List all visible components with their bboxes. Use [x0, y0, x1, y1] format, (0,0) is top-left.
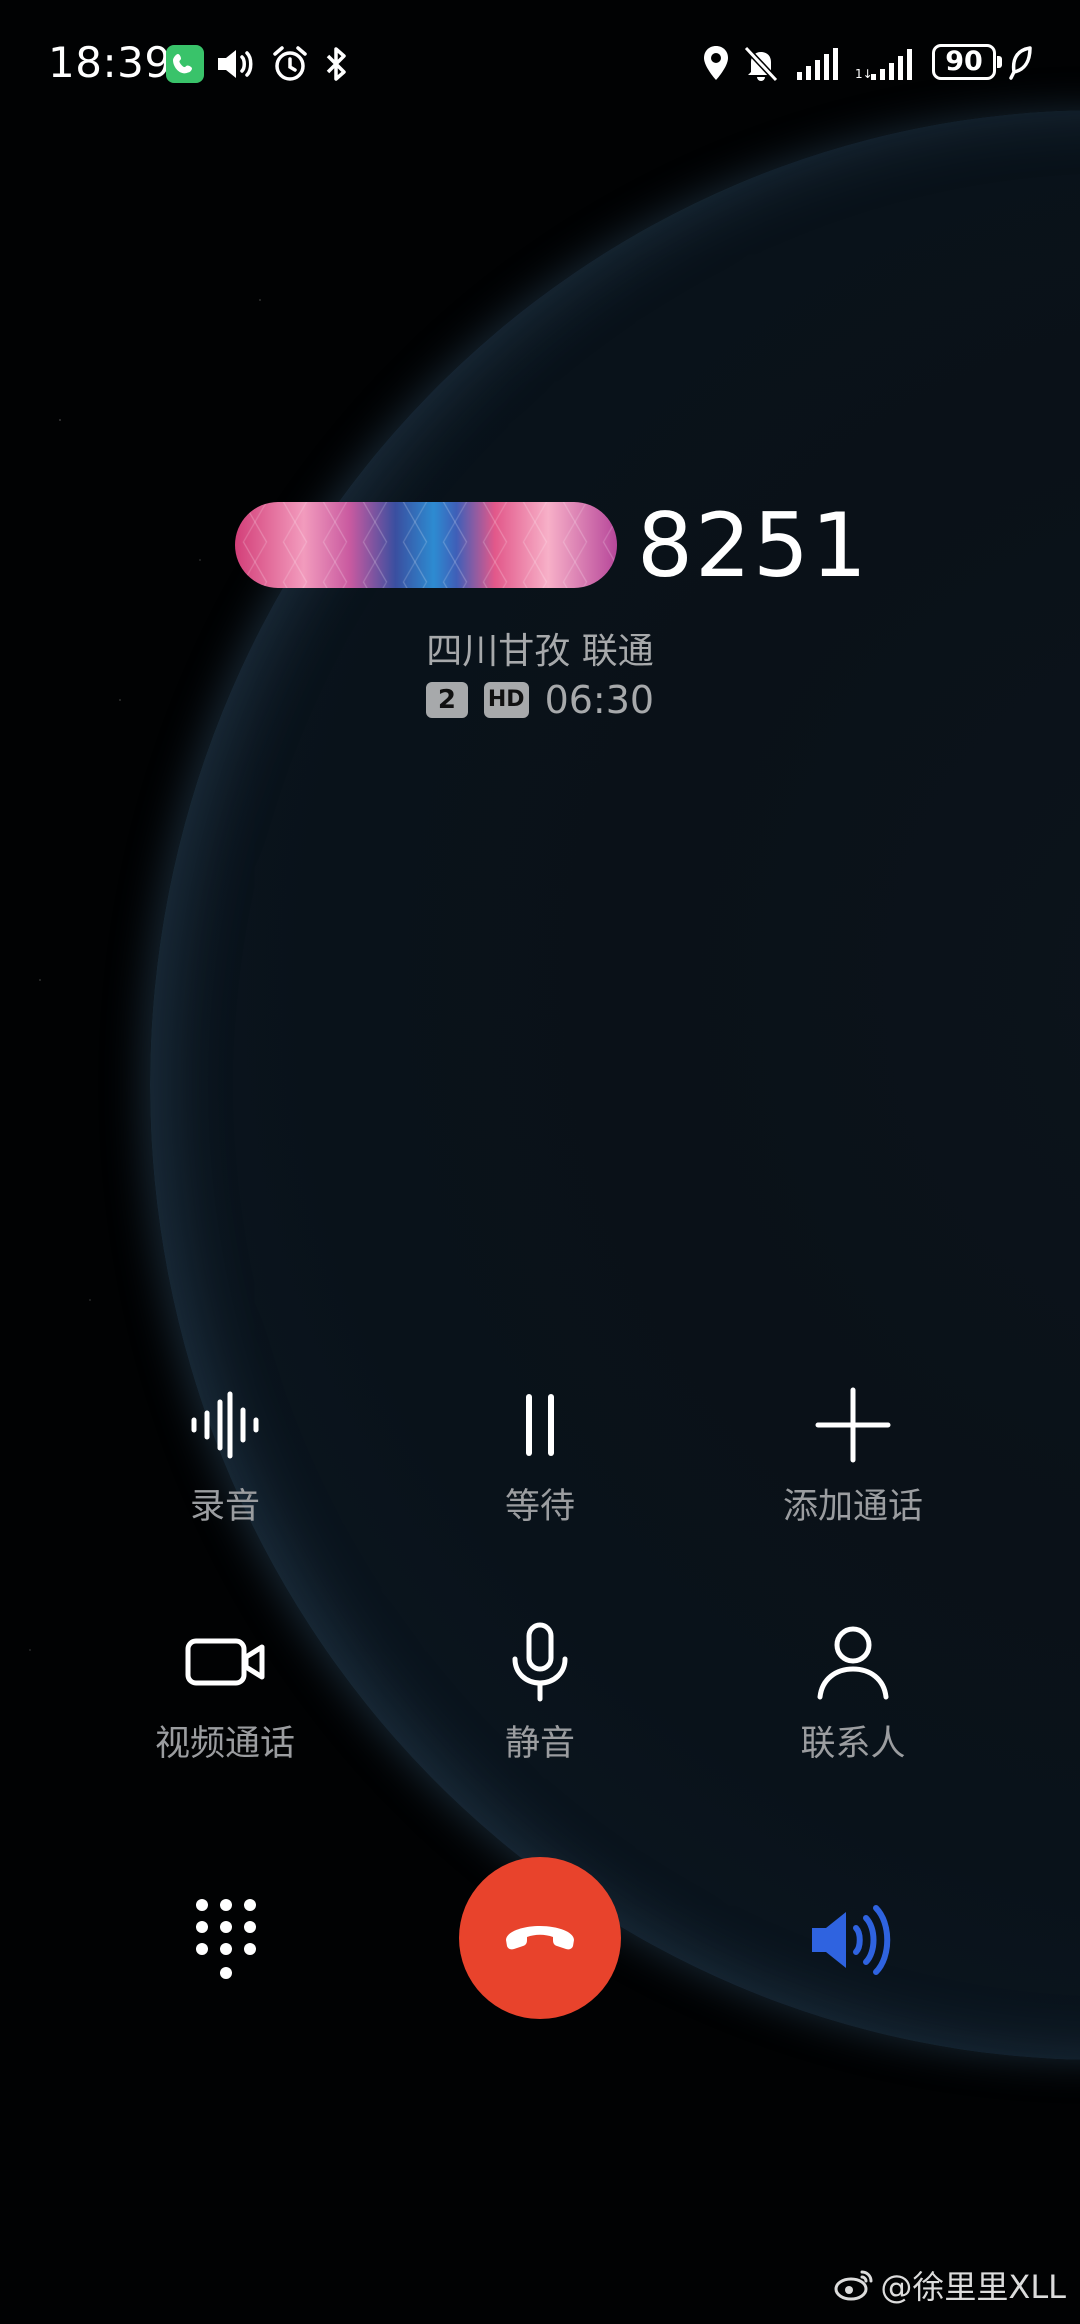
location-icon: [704, 46, 728, 80]
pause-icon: [526, 1394, 554, 1456]
bluetooth-icon: [326, 47, 346, 81]
video-camera-icon: [185, 1638, 265, 1686]
svg-text:1↓: 1↓: [855, 67, 873, 81]
hang-up-icon: [506, 1926, 574, 1950]
video-call-label: 视频通话: [154, 1724, 295, 1764]
caller-number: 8251: [637, 493, 869, 597]
signal-sim2-icon: 1↓: [855, 49, 912, 81]
dialpad-icon[interactable]: [190, 1895, 262, 1985]
add-call-label: 添加通话: [782, 1487, 923, 1527]
watermark-text: @徐里里XLL: [880, 2268, 1066, 2306]
call-meta: 2 HD 06:30: [0, 678, 1080, 722]
speaker-icon[interactable]: [806, 1900, 896, 1980]
mute-button[interactable]: 静音: [390, 1617, 690, 1766]
sim-badge: 2: [425, 682, 468, 718]
signal-icon: [797, 48, 838, 80]
waveform-icon: [191, 1391, 259, 1459]
battery-icon: 90: [932, 44, 1002, 80]
phone-call-icon: [166, 45, 204, 83]
call-duration: 06:30: [544, 678, 655, 722]
status-time: 18:39: [48, 38, 172, 87]
volume-icon: [218, 50, 253, 78]
record-label: 录音: [189, 1487, 260, 1527]
record-button[interactable]: 录音: [75, 1380, 375, 1529]
person-icon: [817, 1626, 889, 1700]
weibo-logo-icon: [834, 2270, 873, 2301]
redacted-number-mask: [235, 502, 617, 588]
caller-location: 四川甘孜 联通: [426, 631, 654, 672]
hd-badge: HD: [483, 682, 529, 718]
bell-muted-icon: [743, 45, 779, 83]
contacts-label: 联系人: [800, 1724, 906, 1764]
hold-label: 等待: [504, 1487, 575, 1527]
microphone-icon: [512, 1622, 568, 1702]
in-call-screen: 18:39 1↓ 90 8251 四川甘孜 联通 2 HD 06:30 录音 等…: [0, 0, 1080, 2324]
caller-id-row: 8251: [235, 490, 869, 600]
contacts-button[interactable]: 联系人: [703, 1617, 1003, 1766]
mute-label: 静音: [504, 1724, 575, 1764]
status-bar: 18:39 1↓ 90: [0, 0, 1080, 130]
end-call-button[interactable]: [459, 1857, 621, 2019]
video-call-button[interactable]: 视频通话: [75, 1617, 375, 1766]
watermark: @徐里里XLL: [834, 2262, 1066, 2308]
eco-leaf-icon: [1009, 46, 1032, 80]
plus-icon: [815, 1387, 891, 1463]
hold-button[interactable]: 等待: [390, 1380, 690, 1529]
add-call-button[interactable]: 添加通话: [703, 1380, 1003, 1529]
alarm-icon: [273, 46, 307, 81]
